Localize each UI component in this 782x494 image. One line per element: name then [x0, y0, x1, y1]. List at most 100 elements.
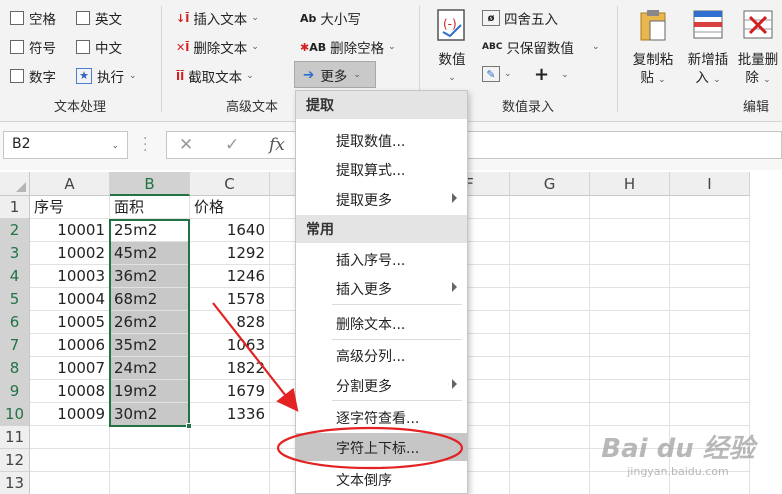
cell-h3[interactable] [590, 242, 670, 265]
menu-item-delete-text[interactable]: 删除文本... [296, 309, 467, 337]
row-header-8[interactable]: 8 [0, 357, 30, 380]
cell-i4[interactable] [670, 265, 750, 288]
cell-b13[interactable] [110, 472, 190, 494]
cell-g3[interactable] [510, 242, 590, 265]
select-all-corner[interactable] [0, 172, 30, 196]
cell-b5[interactable]: 68m2 [110, 288, 190, 311]
plus-button[interactable]: + ⌄ [534, 64, 569, 85]
value-button[interactable]: (-) 数值 ⌄ [432, 8, 472, 87]
cell-h6[interactable] [590, 311, 670, 334]
cell-c6[interactable]: 828 [190, 311, 270, 334]
menu-item-sub-superscript[interactable]: 字符上下标... [296, 433, 467, 461]
cell-g13[interactable] [510, 472, 590, 494]
number-checkbox[interactable]: 数字 [10, 66, 56, 86]
row-header-6[interactable]: 6 [0, 311, 30, 334]
cell-i5[interactable] [670, 288, 750, 311]
row-header-13[interactable]: 13 [0, 472, 30, 494]
round-button[interactable]: ø 四舍五入 [482, 8, 558, 28]
column-header-g[interactable]: G [510, 172, 590, 196]
case-button[interactable]: Ab 大小写 [300, 8, 361, 29]
cell-a3[interactable]: 10002 [30, 242, 110, 265]
cell-b12[interactable] [110, 449, 190, 472]
row-header-10[interactable]: 10 [0, 403, 30, 426]
symbol-checkbox[interactable]: 符号 [10, 37, 56, 57]
cell-g8[interactable] [510, 357, 590, 380]
cell-b11[interactable] [110, 426, 190, 449]
cell-c5[interactable]: 1578 [190, 288, 270, 311]
cell-g11[interactable] [510, 426, 590, 449]
cell-g5[interactable] [510, 288, 590, 311]
menu-item-insert-serial[interactable]: 插入序号... [296, 245, 467, 273]
cell-b4[interactable]: 36m2 [110, 265, 190, 288]
edit-pen-button[interactable]: ✎ ⌄ [482, 66, 512, 82]
cell-b2[interactable]: 25m2 [110, 219, 190, 242]
cell-g6[interactable] [510, 311, 590, 334]
menu-item-reverse-text[interactable]: 文本倒序 [296, 465, 467, 493]
copy-paste-button[interactable]: 复制粘 贴 ⌄ [628, 8, 678, 89]
chevron-down-icon[interactable]: ⌄ [111, 141, 119, 151]
cell-i1[interactable] [670, 196, 750, 219]
cell-h9[interactable] [590, 380, 670, 403]
cell-a2[interactable]: 10001 [30, 219, 110, 242]
cell-b3[interactable]: 45m2 [110, 242, 190, 265]
row-header-4[interactable]: 4 [0, 265, 30, 288]
row-header-11[interactable]: 11 [0, 426, 30, 449]
add-insert-button[interactable]: 新增插 入 ⌄ [682, 8, 734, 89]
cell-h7[interactable] [590, 334, 670, 357]
cell-b8[interactable]: 24m2 [110, 357, 190, 380]
cell-a9[interactable]: 10008 [30, 380, 110, 403]
cell-a1[interactable]: 序号 [30, 196, 110, 219]
cell-a12[interactable] [30, 449, 110, 472]
chinese-checkbox[interactable]: 中文 [76, 37, 122, 57]
checkbox-icon[interactable] [76, 11, 90, 25]
menu-item-advanced-split[interactable]: 高级分列... [296, 341, 467, 369]
column-header-b[interactable]: B [110, 172, 190, 196]
column-header-i[interactable]: I [670, 172, 750, 196]
cell-i2[interactable] [670, 219, 750, 242]
cell-i7[interactable] [670, 334, 750, 357]
cell-h4[interactable] [590, 265, 670, 288]
delete-space-button[interactable]: ✱ AB 删除空格 ⌄ [300, 37, 396, 58]
cell-c4[interactable]: 1246 [190, 265, 270, 288]
menu-item-extract-number[interactable]: 提取数值... [296, 126, 467, 154]
cell-i6[interactable] [670, 311, 750, 334]
row-header-7[interactable]: 7 [0, 334, 30, 357]
row-header-3[interactable]: 3 [0, 242, 30, 265]
menu-item-extract-formula[interactable]: 提取算式... [296, 155, 467, 183]
insert-text-button[interactable]: ↓Ī 插入文本 ⌄ [176, 8, 259, 29]
column-header-c[interactable]: C [190, 172, 270, 196]
cell-c11[interactable] [190, 426, 270, 449]
cell-c7[interactable]: 1063 [190, 334, 270, 357]
cell-h10[interactable] [590, 403, 670, 426]
row-header-2[interactable]: 2 [0, 219, 30, 242]
fill-handle[interactable] [186, 423, 192, 429]
cell-i9[interactable] [670, 380, 750, 403]
menu-item-insert-more[interactable]: 插入更多 [296, 274, 467, 302]
cell-g10[interactable] [510, 403, 590, 426]
cell-c10[interactable]: 1336 [190, 403, 270, 426]
cell-c12[interactable] [190, 449, 270, 472]
cell-c8[interactable]: 1822 [190, 357, 270, 380]
cell-c1[interactable]: 价格 [190, 196, 270, 219]
more-button[interactable]: ➔ 更多 ⌄ [294, 61, 376, 88]
cell-b6[interactable]: 26m2 [110, 311, 190, 334]
cell-g12[interactable] [510, 449, 590, 472]
space-checkbox[interactable]: 空格 [10, 8, 56, 28]
cell-a13[interactable] [30, 472, 110, 494]
cell-h8[interactable] [590, 357, 670, 380]
cell-a7[interactable]: 10006 [30, 334, 110, 357]
cell-i8[interactable] [670, 357, 750, 380]
cell-b9[interactable]: 19m2 [110, 380, 190, 403]
cell-c2[interactable]: 1640 [190, 219, 270, 242]
checkbox-icon[interactable] [10, 40, 24, 54]
batch-delete-button[interactable]: 批量删 除 ⌄ [734, 8, 782, 89]
cell-g9[interactable] [510, 380, 590, 403]
row-header-12[interactable]: 12 [0, 449, 30, 472]
row-header-9[interactable]: 9 [0, 380, 30, 403]
cell-c3[interactable]: 1292 [190, 242, 270, 265]
delete-text-button[interactable]: ✕Ī 删除文本 ⌄ [176, 37, 259, 58]
menu-item-extract-more[interactable]: 提取更多 [296, 185, 467, 213]
cell-a10[interactable]: 10009 [30, 403, 110, 426]
execute-button[interactable]: ★ 执行 ⌄ [76, 66, 137, 86]
cell-b10[interactable]: 30m2 [110, 403, 190, 426]
